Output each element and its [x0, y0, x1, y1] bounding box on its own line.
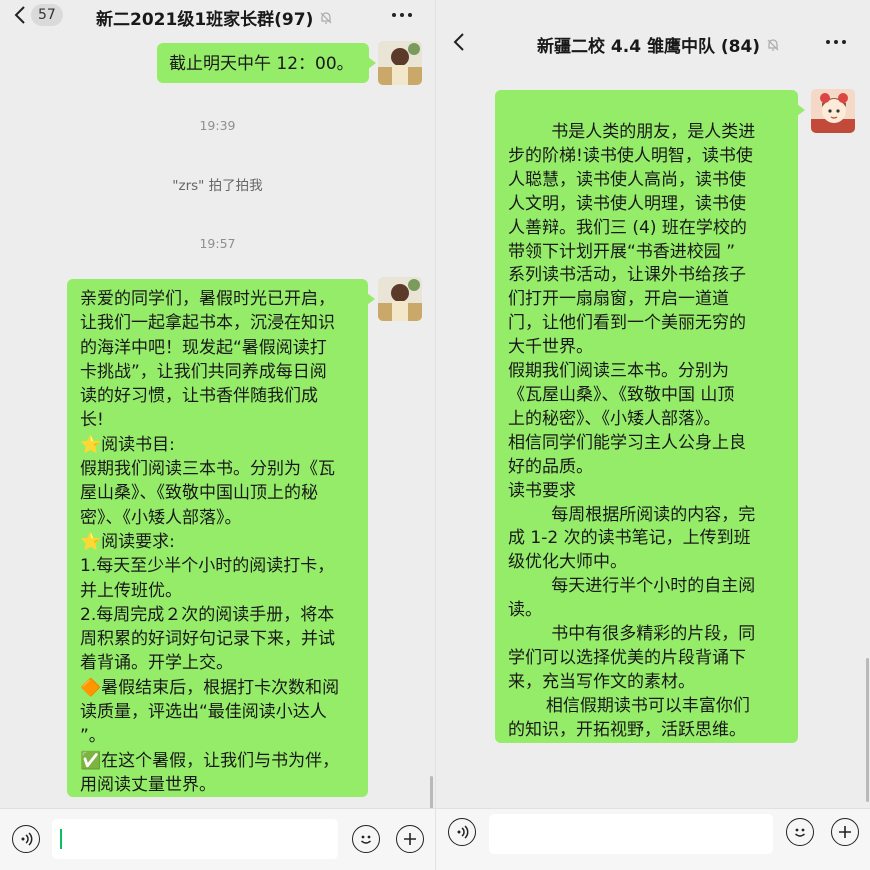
right-msg-line: 人文明，读书使人明理，读书使 [508, 193, 746, 214]
right-msg-line: 上的秘密》、《小矮人部落》。 [508, 408, 721, 429]
plus-button[interactable] [396, 825, 424, 853]
right-msg-line: 门，让他们看到一个美丽无穷的 [508, 313, 746, 334]
avatar[interactable] [378, 277, 422, 321]
right-more-button[interactable] [826, 35, 854, 49]
right-chat-header: 新疆二校 4.4 雏鹰中队 (84) [436, 0, 870, 80]
left-msg2-line: 屋山桑》、《致敬中国山顶上的秘 [80, 483, 318, 504]
right-msg-line: 成 1-2 次的读书笔记，上传到班 [508, 528, 751, 549]
left-more-button[interactable] [392, 8, 420, 22]
right-msg-line: 书中有很多精彩的片段，同 [508, 624, 756, 645]
right-chat-title: 新疆二校 4.4 雏鹰中队 (84) [537, 32, 780, 57]
right-scrollbar[interactable] [866, 658, 869, 802]
timestamp-1: 19:39 [199, 118, 236, 133]
voice-button[interactable] [12, 825, 40, 853]
pat-notice: "zrs" 拍了拍我 [172, 178, 263, 194]
right-msg-line: 读书要求 [508, 480, 576, 501]
mute-bell-icon [767, 38, 779, 51]
left-msg2-line: 并上传班优。 [80, 580, 182, 601]
avatar[interactable] [811, 89, 855, 133]
left-scrollbar[interactable] [430, 776, 433, 810]
left-msg2-line: 着背诵。开学上交。 [80, 653, 233, 674]
left-msg2-line: 长! [80, 410, 104, 431]
right-back-button[interactable] [453, 31, 465, 53]
right-msg-line: 相信假期读书可以丰富你们 [508, 695, 750, 716]
plus-icon [839, 826, 851, 838]
left-input-bar [0, 808, 435, 870]
left-chat-title-text: 新二2021级1班家长群(97) [96, 10, 314, 30]
right-msg-line: 好的品质。 [508, 456, 593, 477]
left-msg2-line: 让我们一起拿起书本，沉浸在知识 [80, 313, 335, 334]
left-msg2-line: 亲爱的同学们，暑假时光已开启， [80, 289, 335, 309]
left-msg2-line: 用阅读丈量世界。 [80, 774, 216, 795]
right-msg-line: 相信同学们能学习主人公身上良 [508, 432, 746, 453]
right-input-bar [436, 808, 870, 870]
left-message-1-bubble[interactable]: 截止明天中午 12：00。 [157, 43, 376, 83]
left-msg2-line: 1.每天至少半个小时的阅读打卡， [80, 556, 335, 577]
right-msg-line: 每天进行半个小时的自主阅 [508, 576, 756, 597]
voice-icon [457, 825, 469, 839]
back-chevron-icon [14, 6, 25, 24]
right-msg-line: 级优化大师中。 [508, 552, 627, 573]
right-msg-line: 的知识，开拓视野，活跃思维。 [508, 719, 746, 740]
left-message-1-text: 截止明天中午 12：00。 [169, 54, 354, 74]
message-input[interactable] [489, 814, 773, 854]
left-msg2-line: 假期我们阅读三本书。分别为《瓦 [80, 459, 335, 480]
emoji-button[interactable] [786, 818, 814, 846]
emoji-icon [361, 835, 371, 844]
left-msg2-line: 读的好习惯，让书香伴随我们成 [80, 386, 318, 407]
right-msg-line: 来，充当写作文的素材。 [508, 671, 695, 692]
left-msg2-line: ⭐阅读要求: [80, 531, 175, 552]
text-caret [60, 829, 62, 849]
left-chat-pane: 57 新二2021级1班家长群(97) 截止明天中午 12：00。 19:39 … [0, 0, 435, 870]
left-message-2-bubble[interactable]: 亲爱的同学们，暑假时光已开启， 让我们一起拿起书本，沉浸在知识 的海洋中吧！现发起“… [67, 279, 375, 797]
right-message-bubble[interactable]: 书是人类的朋友，是人类进 步的阶梯!读书使人明智，读书使 人聪慧，读书使人高尚，读书… [495, 90, 805, 743]
emoji-button[interactable] [352, 825, 380, 853]
right-msg-line: 人善辩。我们三 (4) 班在学校的 [508, 217, 747, 238]
back-chevron-icon [453, 33, 464, 51]
avatar[interactable] [378, 41, 422, 85]
left-msg2-line: 2.每周完成２次的阅读手册，将本 [80, 604, 335, 625]
right-msg-line: 们打开一扇扇窗，开启一道道 [508, 289, 729, 310]
left-msg2-line: 读质量，评选出“最佳阅读小达人 [80, 702, 327, 723]
right-msg-line: 学们可以选择优美的片段背诵下 [508, 647, 746, 668]
right-message-text: 书是人类的朋友，是人类进 步的阶梯!读书使人明智，读书使 人聪慧，读书使人高尚，读书… [508, 121, 785, 743]
left-msg2-line: ⭐阅读书目: [80, 434, 175, 455]
left-msg2-line: ✅在这个暑假，让我们与书为伴， [80, 750, 340, 771]
right-msg-line: 带领下计划开展“书香进校园 ” [508, 241, 736, 262]
right-msg-line: 假期我们阅读三本书。分别为 [508, 361, 729, 382]
right-msg-line: 系列读书活动，让课外书给孩子 [508, 265, 746, 286]
unread-count-badge: 57 [31, 4, 63, 26]
left-msg2-line: 周积累的好词好句记录下来，并试 [80, 629, 335, 650]
left-chat-title: 新二2021级1班家长群(97) [96, 5, 333, 30]
right-msg-line: 大千世界。 [508, 337, 593, 358]
right-msg-line: 读。 [508, 600, 542, 621]
left-msg2-line: ”。 [80, 726, 106, 747]
right-chat-pane: 新疆二校 4.4 雏鹰中队 (84) 书是人类的朋友，是人类进 步的阶梯!读书使人… [435, 0, 870, 870]
left-back-button[interactable]: 57 [14, 4, 63, 26]
left-msg2-line: 密》、《小矮人部落》。 [80, 507, 242, 528]
right-msg-line: 人聪慧，读书使人高尚，读书使 [508, 169, 746, 190]
voice-button[interactable] [448, 818, 476, 846]
timestamp-2: 19:57 [199, 236, 236, 251]
voice-icon [21, 832, 33, 846]
mute-bell-icon [320, 11, 332, 24]
right-msg-line: 书是人类的朋友，是人类进 [508, 122, 756, 142]
left-msg2-line: 卡挑战”，让我们共同养成每日阅 [80, 361, 327, 382]
plus-button[interactable] [831, 818, 859, 846]
left-msg2-line: 🔶暑假结束后，根据打卡次数和阅 [80, 677, 340, 698]
emoji-icon [795, 828, 805, 837]
left-msg2-line: 的海洋中吧！现发起“暑假阅读打 [80, 337, 327, 358]
right-msg-line: 步的阶梯!读书使人明智，读书使 [508, 145, 753, 166]
message-input[interactable] [52, 819, 338, 859]
right-msg-line: 《瓦屋山桑》、《致敬中国 山顶 [508, 384, 735, 405]
right-msg-line: 每周根据所阅读的内容，完 [508, 504, 756, 525]
left-message-2-text: 亲爱的同学们，暑假时光已开启， 让我们一起拿起书本，沉浸在知识 的海洋中吧！现发起“… [80, 287, 355, 797]
left-chat-header: 57 新二2021级1班家长群(97) [0, 0, 435, 36]
right-chat-title-text: 新疆二校 4.4 雏鹰中队 (84) [537, 37, 761, 57]
plus-icon [404, 833, 416, 845]
